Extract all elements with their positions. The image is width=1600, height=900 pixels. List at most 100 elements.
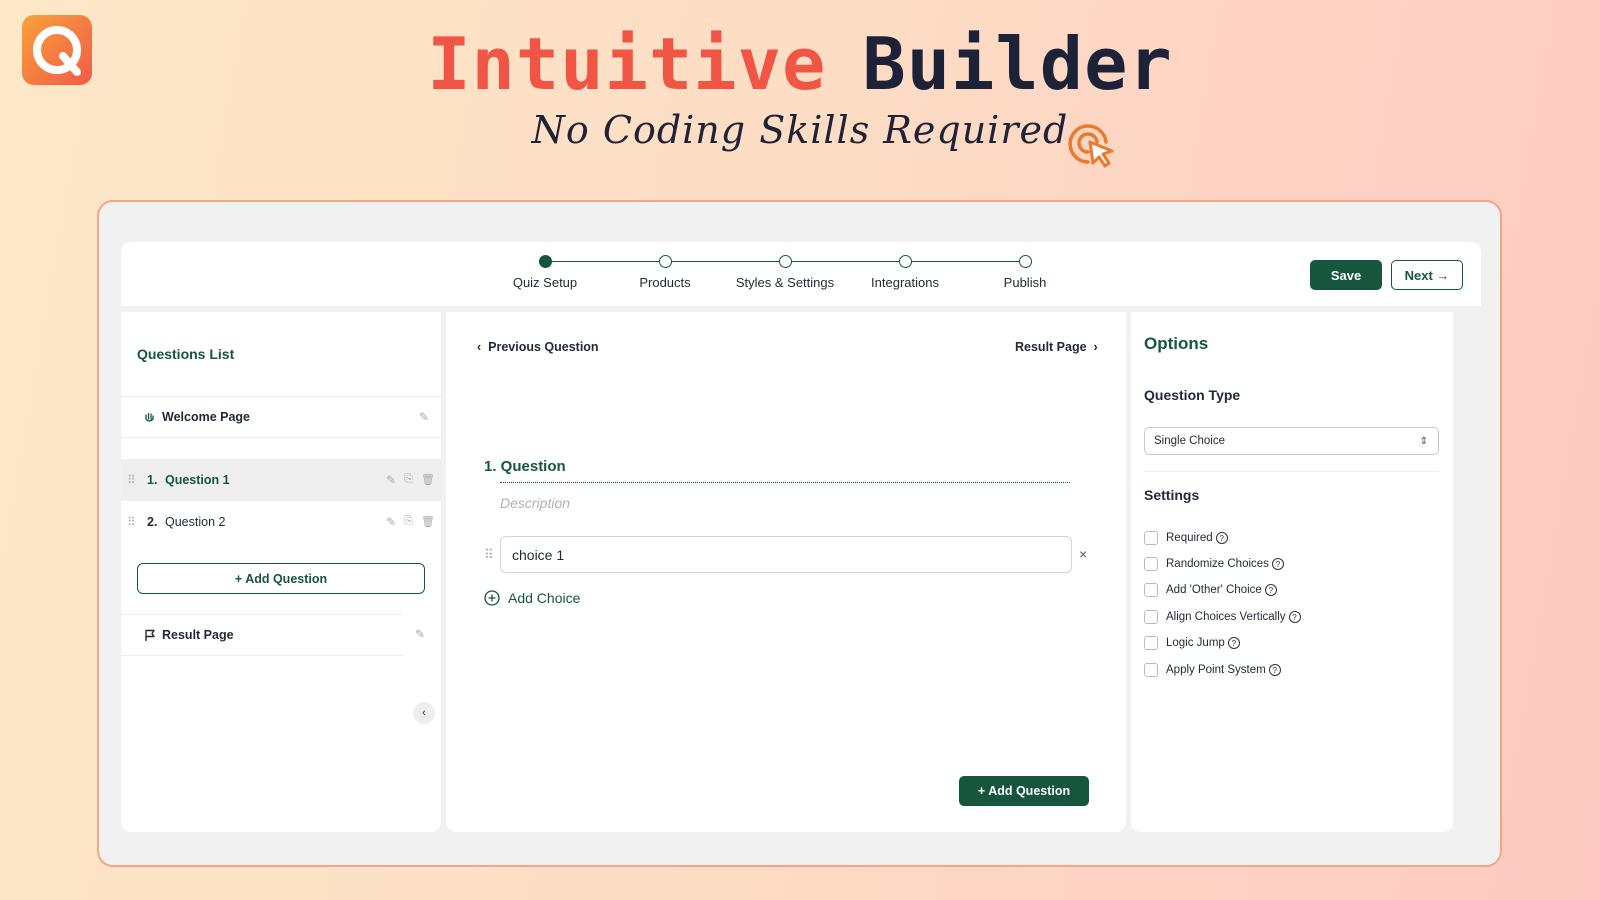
questions-list-panel: Questions List Welcome Page ✎ ⠿ 1. Quest… bbox=[121, 312, 441, 832]
add-question-label: Add Question bbox=[988, 784, 1071, 798]
hero-title-word-2: Builder bbox=[862, 22, 1173, 106]
setting-apply-point-system[interactable]: Apply Point System ? bbox=[1144, 663, 1281, 677]
result-page-link[interactable]: Result Page › bbox=[1015, 340, 1098, 354]
top-bar: Quiz Setup Products Styles & Settings In… bbox=[121, 242, 1481, 306]
question-number: 2. bbox=[147, 515, 158, 529]
plus-icon: + bbox=[977, 784, 986, 798]
align-choices-vertically-checkbox[interactable] bbox=[1144, 610, 1158, 624]
step-dot-publish[interactable] bbox=[1019, 255, 1032, 268]
plus-circle-icon bbox=[484, 590, 500, 606]
chevron-left-icon: ‹ bbox=[477, 340, 482, 354]
close-icon[interactable]: × bbox=[1079, 546, 1087, 562]
add-choice-label: Add Choice bbox=[508, 590, 581, 606]
save-button[interactable]: Save bbox=[1310, 260, 1382, 290]
trash-icon[interactable]: 🗑 bbox=[421, 473, 435, 487]
step-dot-quiz-setup[interactable] bbox=[539, 255, 552, 268]
add-question-label: Add Question bbox=[245, 571, 328, 586]
apply-point-system-checkbox[interactable] bbox=[1144, 663, 1158, 677]
question-item[interactable]: ⠿ 2. Question 2 ✎ ⎘ 🗑 bbox=[121, 501, 441, 543]
previous-question-label: Previous Question bbox=[488, 340, 599, 354]
add-choice-button[interactable]: Add Choice bbox=[484, 590, 580, 606]
wave-hand-icon bbox=[145, 412, 154, 422]
step-label-styles-settings[interactable]: Styles & Settings bbox=[715, 275, 855, 290]
next-button-label: Next bbox=[1404, 267, 1433, 283]
stepper: Quiz Setup Products Styles & Settings In… bbox=[121, 242, 1481, 306]
setting-logic-jump[interactable]: Logic Jump ? bbox=[1144, 636, 1240, 650]
options-panel: Options Question Type Single Choice ⇕ Se… bbox=[1131, 312, 1453, 832]
app-window: Quiz Setup Products Styles & Settings In… bbox=[97, 200, 1502, 867]
divider bbox=[1144, 471, 1439, 472]
step-dot-products[interactable] bbox=[659, 255, 672, 268]
randomize-choices-checkbox[interactable] bbox=[1144, 557, 1158, 571]
chevron-right-icon: › bbox=[1093, 340, 1098, 354]
collapse-sidebar-button[interactable]: ‹ bbox=[413, 702, 435, 724]
chevron-up-down-icon: ⇕ bbox=[1419, 435, 1428, 447]
question-type-value: Single Choice bbox=[1154, 435, 1225, 447]
step-label-products[interactable]: Products bbox=[595, 275, 735, 290]
help-icon[interactable]: ? bbox=[1288, 611, 1301, 623]
required-checkbox[interactable] bbox=[1144, 531, 1158, 545]
duplicate-icon[interactable]: ⎘ bbox=[404, 473, 413, 487]
question-title-underline bbox=[500, 482, 1070, 483]
add-question-button[interactable]: + Add Question bbox=[959, 776, 1089, 806]
help-icon[interactable]: ? bbox=[1271, 558, 1284, 570]
setting-label: Apply Point System bbox=[1166, 664, 1266, 676]
question-title[interactable]: 1. Question bbox=[484, 458, 566, 475]
logic-jump-checkbox[interactable] bbox=[1144, 636, 1158, 650]
step-dot-styles-settings[interactable] bbox=[779, 255, 792, 268]
question-item[interactable]: ⠿ 1. Question 1 ✎ ⎘ 🗑 bbox=[121, 459, 441, 501]
setting-required[interactable]: Required ? bbox=[1144, 531, 1228, 545]
step-label-publish[interactable]: Publish bbox=[955, 275, 1095, 290]
help-icon[interactable]: ? bbox=[1215, 532, 1228, 544]
choice-input[interactable] bbox=[500, 536, 1072, 573]
pencil-icon[interactable]: ✎ bbox=[415, 627, 425, 641]
result-page-link-label: Result Page bbox=[1015, 340, 1087, 354]
question-label: Question 2 bbox=[165, 515, 226, 529]
arrow-right-icon: → bbox=[1436, 267, 1450, 283]
step-dot-integrations[interactable] bbox=[899, 255, 912, 268]
question-editor-panel: ‹ Previous Question Result Page › 1. Que… bbox=[446, 312, 1126, 832]
hero-title-word-1: Intuitive bbox=[427, 22, 827, 106]
drag-handle-icon[interactable]: ⠿ bbox=[484, 547, 494, 563]
pencil-icon[interactable]: ✎ bbox=[386, 515, 396, 529]
welcome-page-item[interactable]: Welcome Page ✎ bbox=[121, 396, 441, 438]
questions-list-title: Questions List bbox=[137, 346, 235, 362]
question-type-label: Question Type bbox=[1144, 387, 1241, 403]
setting-label: Add 'Other' Choice bbox=[1166, 584, 1262, 596]
question-type-select[interactable]: Single Choice ⇕ bbox=[1144, 427, 1439, 455]
setting-add-other-choice[interactable]: Add 'Other' Choice ? bbox=[1144, 583, 1277, 597]
result-page-item[interactable]: Result Page bbox=[121, 614, 403, 656]
drag-handle-icon[interactable]: ⠿ bbox=[127, 473, 136, 487]
trash-icon[interactable]: 🗑 bbox=[421, 515, 435, 529]
question-number: 1. bbox=[147, 473, 158, 487]
welcome-page-label: Welcome Page bbox=[162, 410, 251, 424]
step-label-integrations[interactable]: Integrations bbox=[835, 275, 975, 290]
setting-align-choices-vertically[interactable]: Align Choices Vertically ? bbox=[1144, 610, 1301, 624]
drag-handle-icon[interactable]: ⠿ bbox=[127, 515, 136, 529]
setting-label: Logic Jump bbox=[1166, 637, 1225, 649]
add-other-choice-checkbox[interactable] bbox=[1144, 583, 1158, 597]
help-icon[interactable]: ? bbox=[1227, 637, 1240, 649]
setting-label: Align Choices Vertically bbox=[1166, 611, 1286, 623]
hero-subtitle: No Coding Skills Required bbox=[531, 108, 1069, 152]
description-field[interactable]: Description bbox=[500, 495, 570, 511]
question-label: Question 1 bbox=[165, 473, 230, 487]
add-question-button[interactable]: + Add Question bbox=[137, 563, 425, 594]
duplicate-icon[interactable]: ⎘ bbox=[404, 515, 413, 529]
next-button[interactable]: Next → bbox=[1391, 260, 1463, 290]
pencil-icon[interactable]: ✎ bbox=[419, 410, 429, 424]
settings-label: Settings bbox=[1144, 487, 1200, 503]
options-title: Options bbox=[1144, 334, 1209, 353]
click-cursor-icon bbox=[1068, 124, 1114, 168]
pencil-icon[interactable]: ✎ bbox=[386, 473, 396, 487]
setting-label: Required bbox=[1166, 532, 1213, 544]
previous-question-link[interactable]: ‹ Previous Question bbox=[477, 340, 599, 354]
hero-title: Intuitive Builder bbox=[0, 22, 1600, 106]
setting-randomize-choices[interactable]: Randomize Choices ? bbox=[1144, 557, 1284, 571]
step-label-quiz-setup[interactable]: Quiz Setup bbox=[475, 275, 615, 290]
help-icon[interactable]: ? bbox=[1268, 664, 1281, 676]
help-icon[interactable]: ? bbox=[1264, 584, 1277, 596]
result-page-label: Result Page bbox=[162, 628, 234, 642]
plus-icon: + bbox=[234, 571, 243, 586]
setting-label: Randomize Choices bbox=[1166, 558, 1269, 570]
